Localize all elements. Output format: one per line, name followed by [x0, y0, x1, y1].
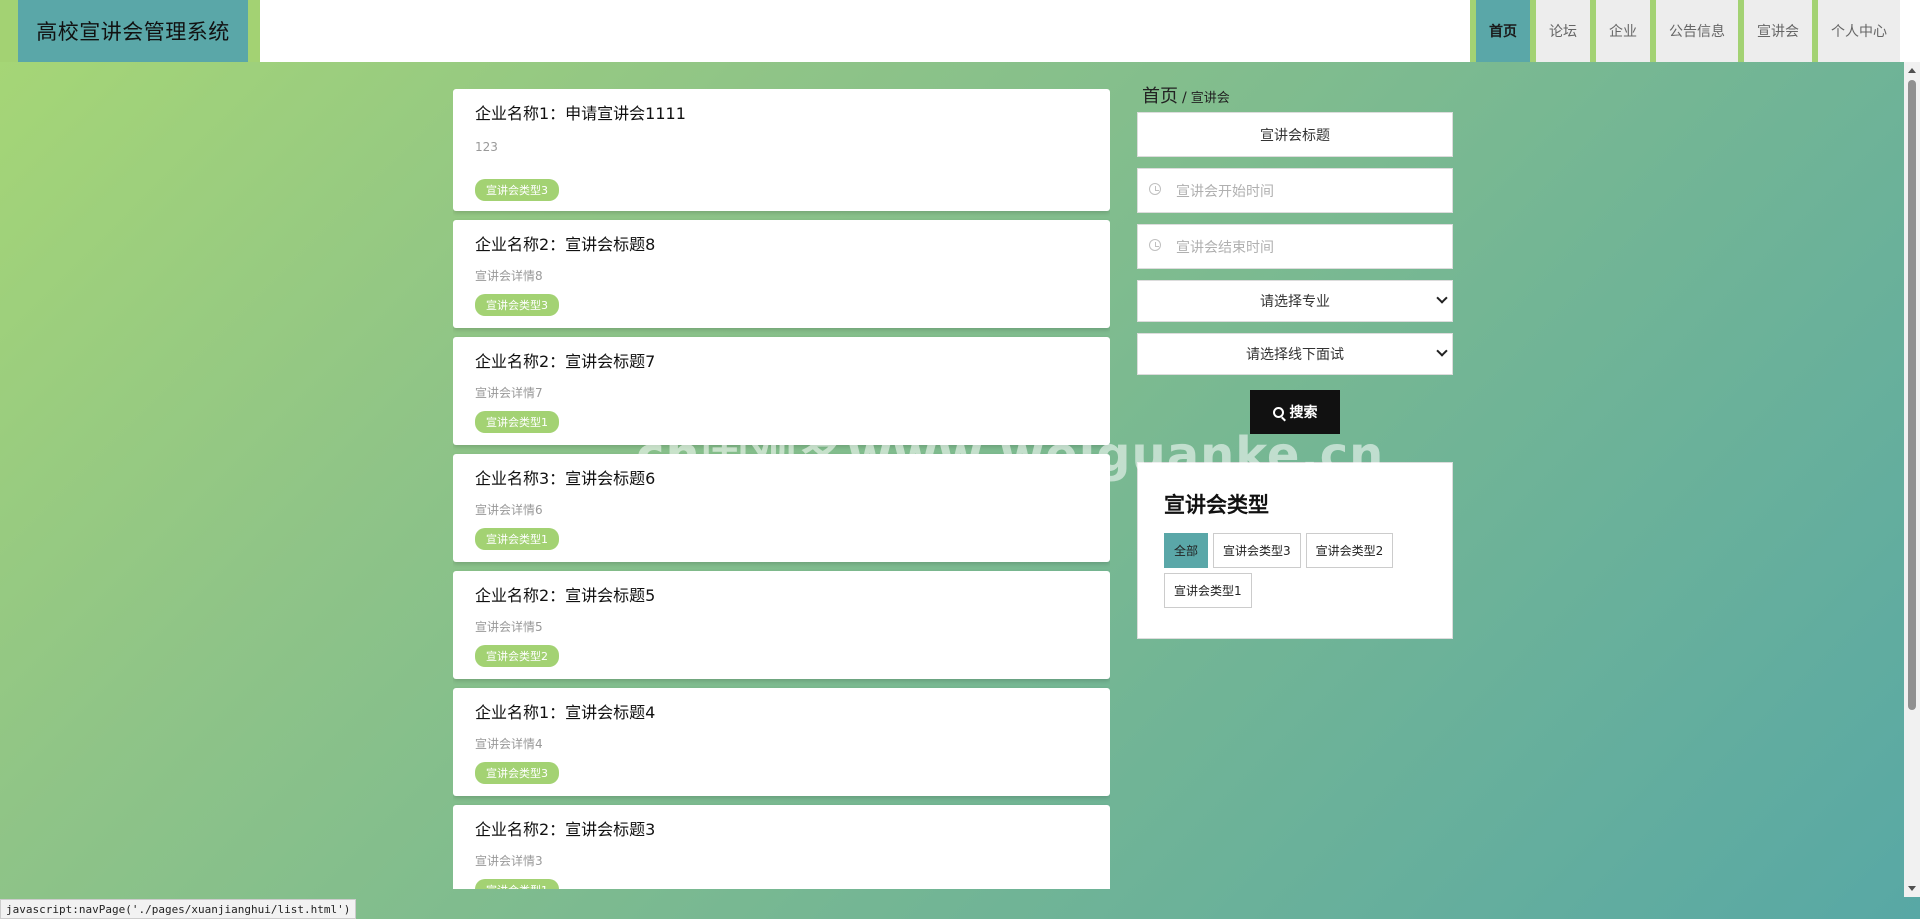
- seminar-card[interactable]: 企业名称2：宣讲会标题7 宣讲会详情7 宣讲会类型1: [453, 337, 1110, 445]
- seminar-type-badge: 宣讲会类型3: [475, 179, 559, 201]
- seminar-type-badge: 宣讲会类型1: [475, 528, 559, 550]
- nav-item-forum[interactable]: 论坛: [1530, 0, 1590, 62]
- breadcrumb-separator: /: [1182, 90, 1187, 106]
- seminar-type-badge: 宣讲会类型1: [475, 879, 559, 889]
- type-chip-2[interactable]: 宣讲会类型2: [1305, 533, 1394, 568]
- start-time-input[interactable]: 宣讲会开始时间: [1137, 168, 1453, 213]
- breadcrumb-current: 宣讲会: [1190, 91, 1230, 106]
- end-time-input[interactable]: 宣讲会结束时间: [1137, 224, 1453, 269]
- breadcrumb: 首页 / 宣讲会: [1137, 82, 1453, 112]
- nav-tail: [1900, 0, 1920, 62]
- seminar-title[interactable]: 企业名称2：宣讲会标题5: [475, 585, 1088, 607]
- seminar-detail: 宣讲会详情6: [475, 503, 543, 517]
- scroll-up-icon[interactable]: [1908, 68, 1916, 73]
- main-nav: 首页 论坛 企业 公告信息 宣讲会 个人中心: [1470, 0, 1920, 62]
- seminar-title[interactable]: 企业名称2：宣讲会标题8: [475, 234, 1088, 256]
- type-chip-1[interactable]: 宣讲会类型1: [1164, 573, 1252, 608]
- clock-icon: [1149, 239, 1161, 251]
- nav-item-seminars[interactable]: 宣讲会: [1738, 0, 1812, 62]
- seminar-title[interactable]: 企业名称1：申请宣讲会1111: [475, 103, 1088, 125]
- title-search-placeholder: 宣讲会标题: [1260, 127, 1330, 144]
- seminar-card[interactable]: 企业名称2：宣讲会标题5 宣讲会详情5 宣讲会类型2: [453, 571, 1110, 679]
- nav-item-announcements[interactable]: 公告信息: [1650, 0, 1738, 62]
- header-accent: [248, 0, 260, 62]
- search-icon: [1272, 406, 1284, 418]
- interview-select-value: 请选择线下面试: [1246, 347, 1344, 363]
- nav-item-home[interactable]: 首页: [1476, 0, 1530, 62]
- major-select[interactable]: 请选择专业: [1137, 280, 1453, 322]
- sidebar: 首页 / 宣讲会 宣讲会标题 宣讲会开始时间 宣讲会结束时间 请选择专业 请选择线下…: [1137, 82, 1453, 639]
- seminar-title[interactable]: 企业名称2：宣讲会标题3: [475, 819, 1088, 841]
- seminar-card[interactable]: 企业名称1：宣讲会标题4 宣讲会详情4 宣讲会类型3: [453, 688, 1110, 796]
- seminar-detail: 宣讲会详情3: [475, 854, 543, 868]
- seminar-detail: 123: [475, 140, 498, 154]
- scroll-down-icon[interactable]: [1908, 886, 1916, 891]
- type-filter-chips: 全部 宣讲会类型3 宣讲会类型2 宣讲会类型1: [1164, 533, 1426, 608]
- seminar-detail: 宣讲会详情7: [475, 386, 543, 400]
- clock-icon: [1149, 183, 1161, 195]
- seminar-card[interactable]: 企业名称2：宣讲会标题8 宣讲会详情8 宣讲会类型3: [453, 220, 1110, 328]
- major-select-value: 请选择专业: [1260, 294, 1330, 310]
- header-accent-left: [0, 0, 18, 62]
- seminar-list: 企业名称1：申请宣讲会1111 123 宣讲会类型3 企业名称2：宣讲会标题8 …: [453, 89, 1110, 889]
- seminar-detail: 宣讲会详情4: [475, 737, 543, 751]
- breadcrumb-home[interactable]: 首页: [1142, 86, 1178, 107]
- seminar-type-panel: 宣讲会类型 全部 宣讲会类型3 宣讲会类型2 宣讲会类型1: [1137, 462, 1453, 639]
- seminar-card[interactable]: 企业名称2：宣讲会标题3 宣讲会详情3 宣讲会类型1: [453, 805, 1110, 889]
- seminar-title[interactable]: 企业名称1：宣讲会标题4: [475, 702, 1088, 724]
- seminar-type-badge: 宣讲会类型1: [475, 411, 559, 433]
- type-chip-3[interactable]: 宣讲会类型3: [1213, 533, 1301, 568]
- end-time-placeholder: 宣讲会结束时间: [1176, 239, 1274, 256]
- nav-item-company[interactable]: 企业: [1590, 0, 1650, 62]
- top-header: 高校宣讲会管理系统 首页 论坛 企业 公告信息 宣讲会 个人中心: [0, 0, 1920, 62]
- nav-item-profile[interactable]: 个人中心: [1812, 0, 1900, 62]
- type-chip-all[interactable]: 全部: [1164, 533, 1209, 568]
- interview-select[interactable]: 请选择线下面试: [1137, 333, 1453, 375]
- seminar-type-badge: 宣讲会类型3: [475, 762, 559, 784]
- seminar-type-badge: 宣讲会类型2: [475, 645, 559, 667]
- chevron-down-icon: [1436, 345, 1448, 357]
- app-title[interactable]: 高校宣讲会管理系统: [18, 0, 248, 62]
- seminar-card[interactable]: 企业名称3：宣讲会标题6 宣讲会详情6 宣讲会类型1: [453, 454, 1110, 562]
- seminar-title[interactable]: 企业名称2：宣讲会标题7: [475, 351, 1088, 373]
- seminar-title[interactable]: 企业名称3：宣讲会标题6: [475, 468, 1088, 490]
- type-panel-title: 宣讲会类型: [1164, 493, 1269, 517]
- seminar-detail: 宣讲会详情5: [475, 620, 543, 634]
- seminar-type-badge: 宣讲会类型3: [475, 294, 559, 316]
- start-time-placeholder: 宣讲会开始时间: [1176, 183, 1274, 200]
- status-bar: javascript:navPage('./pages/xuanjianghui…: [0, 899, 357, 919]
- scrollbar-thumb[interactable]: [1908, 80, 1916, 710]
- search-button-label: 搜索: [1289, 405, 1318, 421]
- chevron-down-icon: [1436, 292, 1448, 304]
- page-scrollbar[interactable]: [1904, 62, 1920, 897]
- seminar-detail: 宣讲会详情8: [475, 269, 543, 283]
- search-button[interactable]: 搜索: [1250, 390, 1340, 434]
- title-search-input[interactable]: 宣讲会标题: [1137, 112, 1453, 157]
- seminar-card[interactable]: 企业名称1：申请宣讲会1111 123 宣讲会类型3: [453, 89, 1110, 211]
